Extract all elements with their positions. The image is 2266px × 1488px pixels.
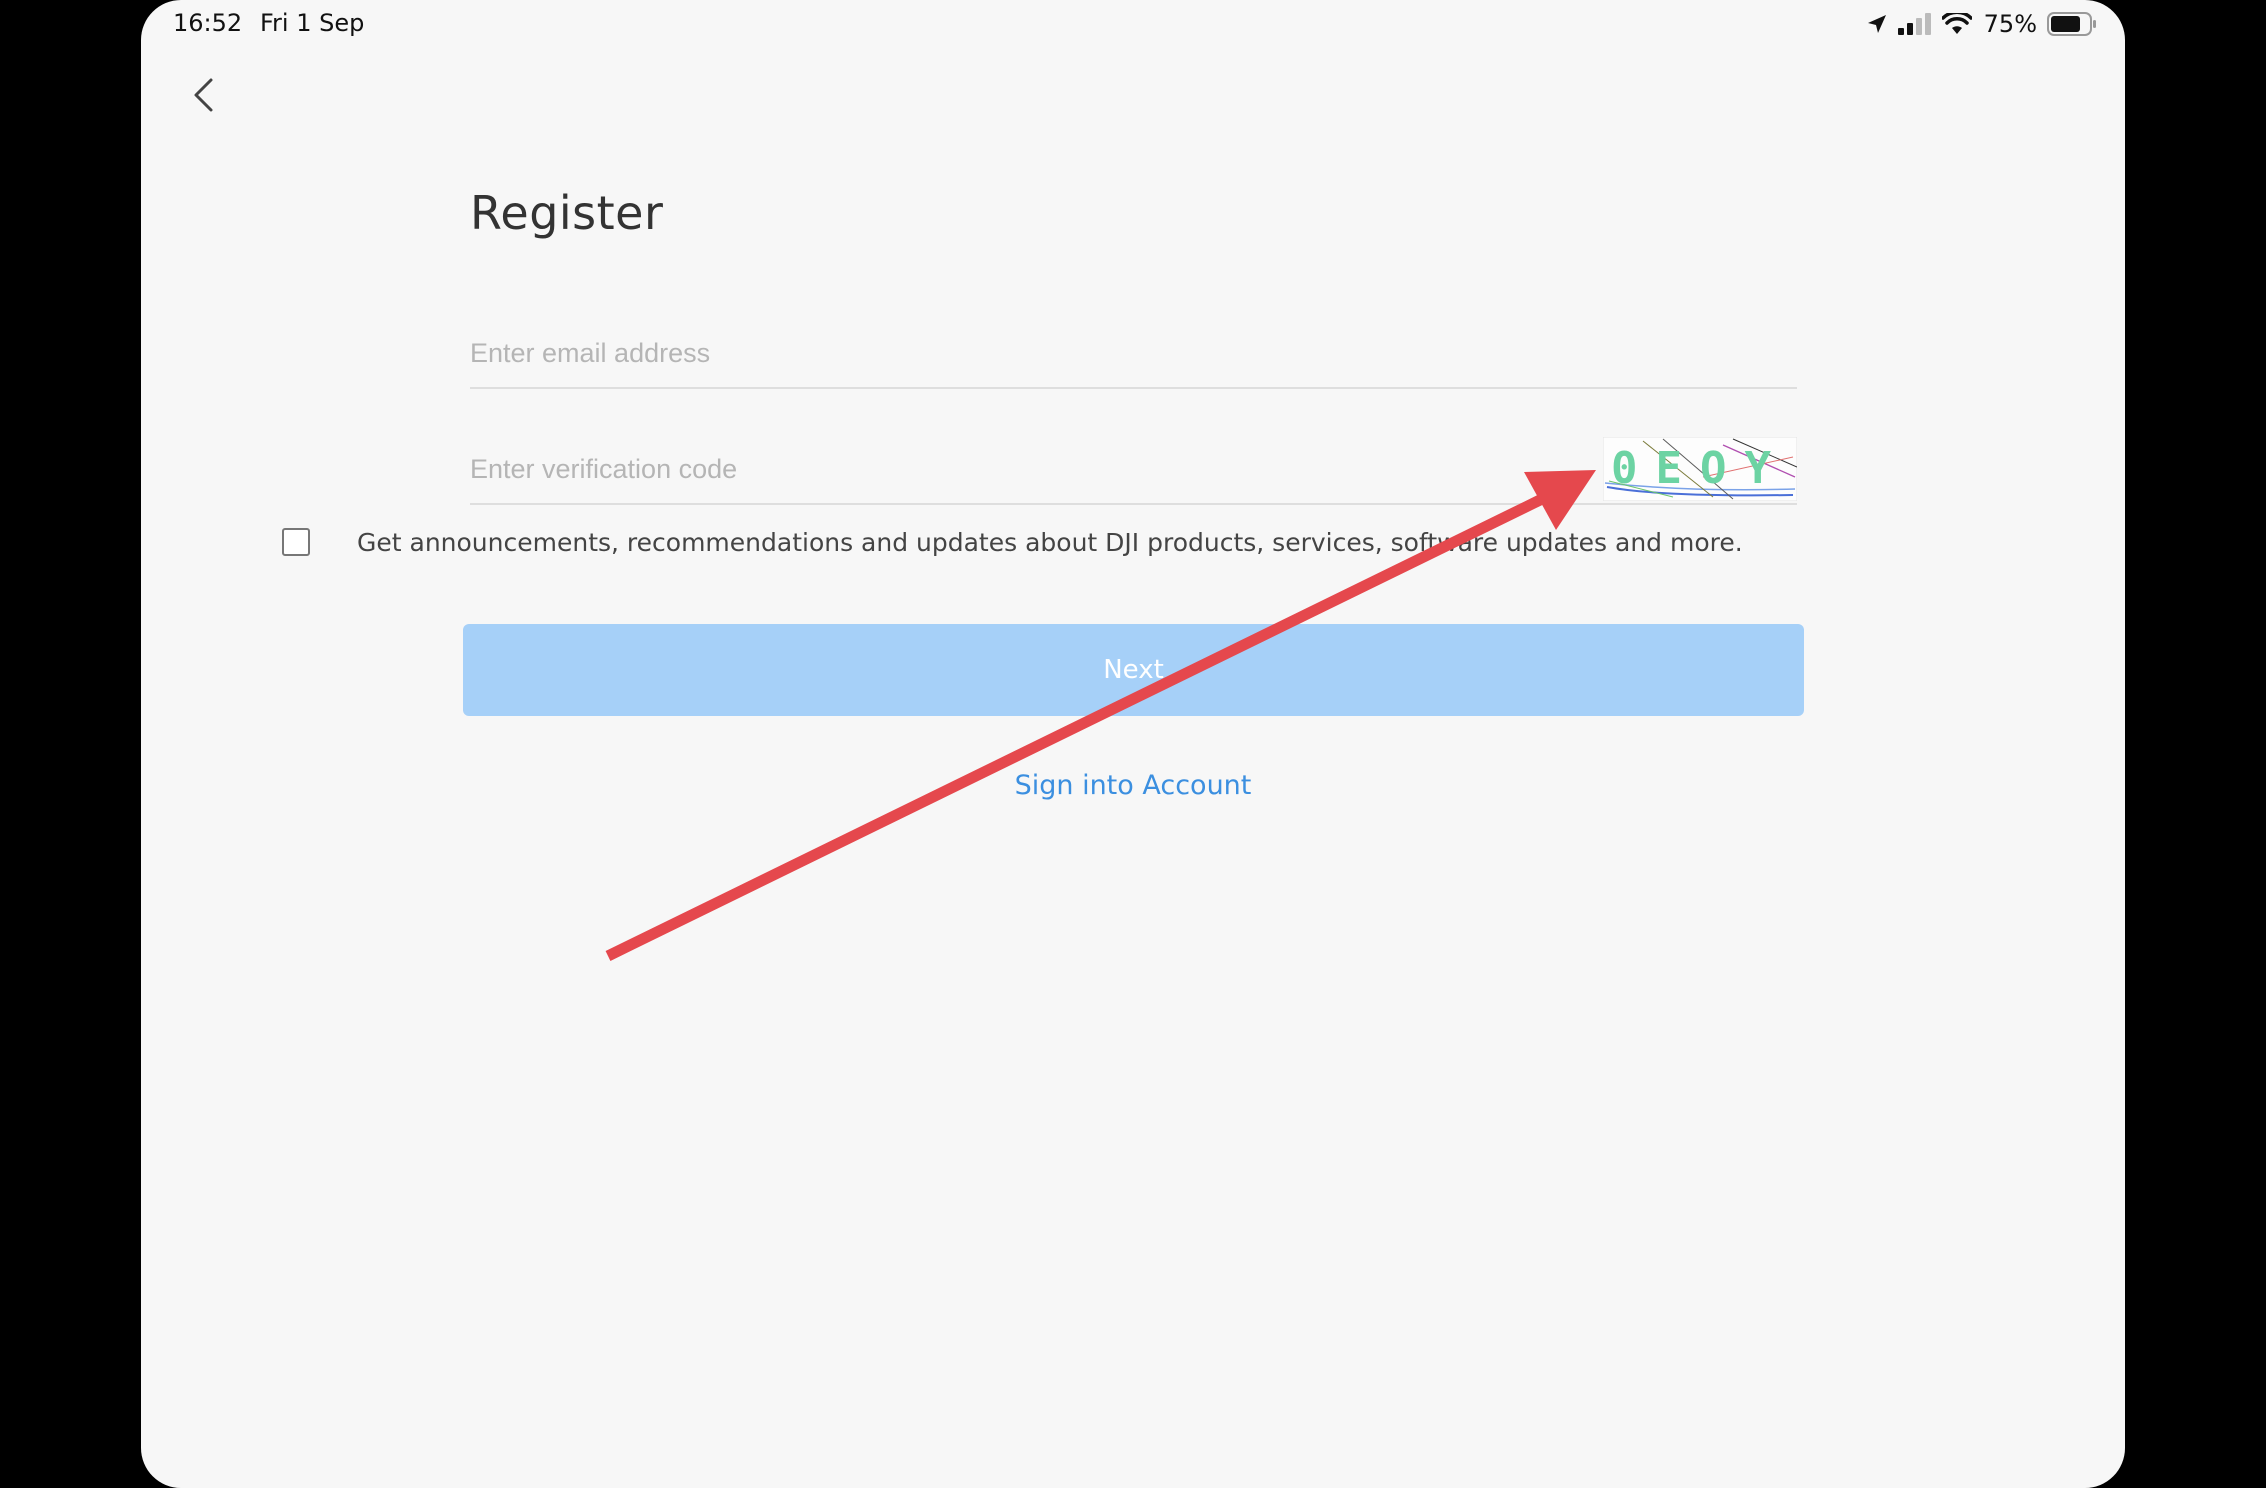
newsletter-consent-row: Get announcements, recommendations and u… xyxy=(282,522,1743,562)
wifi-icon xyxy=(1941,13,1972,34)
sign-in-link[interactable]: Sign into Account xyxy=(141,770,2125,801)
cellular-signal-icon xyxy=(1897,13,1931,35)
back-button[interactable] xyxy=(181,70,231,120)
email-input[interactable] xyxy=(470,338,1570,369)
newsletter-label: Get announcements, recommendations and u… xyxy=(357,527,1743,557)
newsletter-checkbox[interactable] xyxy=(282,528,310,556)
verification-code-field-container: 0EOY xyxy=(470,423,1798,505)
next-button[interactable]: Next xyxy=(463,624,1804,716)
captcha-text: 0EOY xyxy=(1611,443,1789,494)
location-arrow-icon xyxy=(1867,15,1886,33)
page-title: Register xyxy=(470,186,664,240)
status-date: Fri 1 Sep xyxy=(260,9,365,37)
email-field-container xyxy=(470,307,1797,389)
battery-percentage: 75% xyxy=(1983,10,2037,38)
app-window: 16:52 Fri 1 Sep 75% Register Enter email… xyxy=(141,0,2125,1488)
captcha-image[interactable]: 0EOY xyxy=(1602,436,1798,502)
status-bar: 16:52 Fri 1 Sep 75% xyxy=(141,0,2125,48)
status-icons: 75% xyxy=(1866,8,2097,40)
status-time: 16:52 xyxy=(173,9,243,37)
chevron-left-icon xyxy=(194,78,213,112)
verification-code-input[interactable] xyxy=(470,454,1570,485)
battery-icon xyxy=(2047,12,2096,36)
captcha-graphic: 0EOY xyxy=(1602,436,1798,502)
